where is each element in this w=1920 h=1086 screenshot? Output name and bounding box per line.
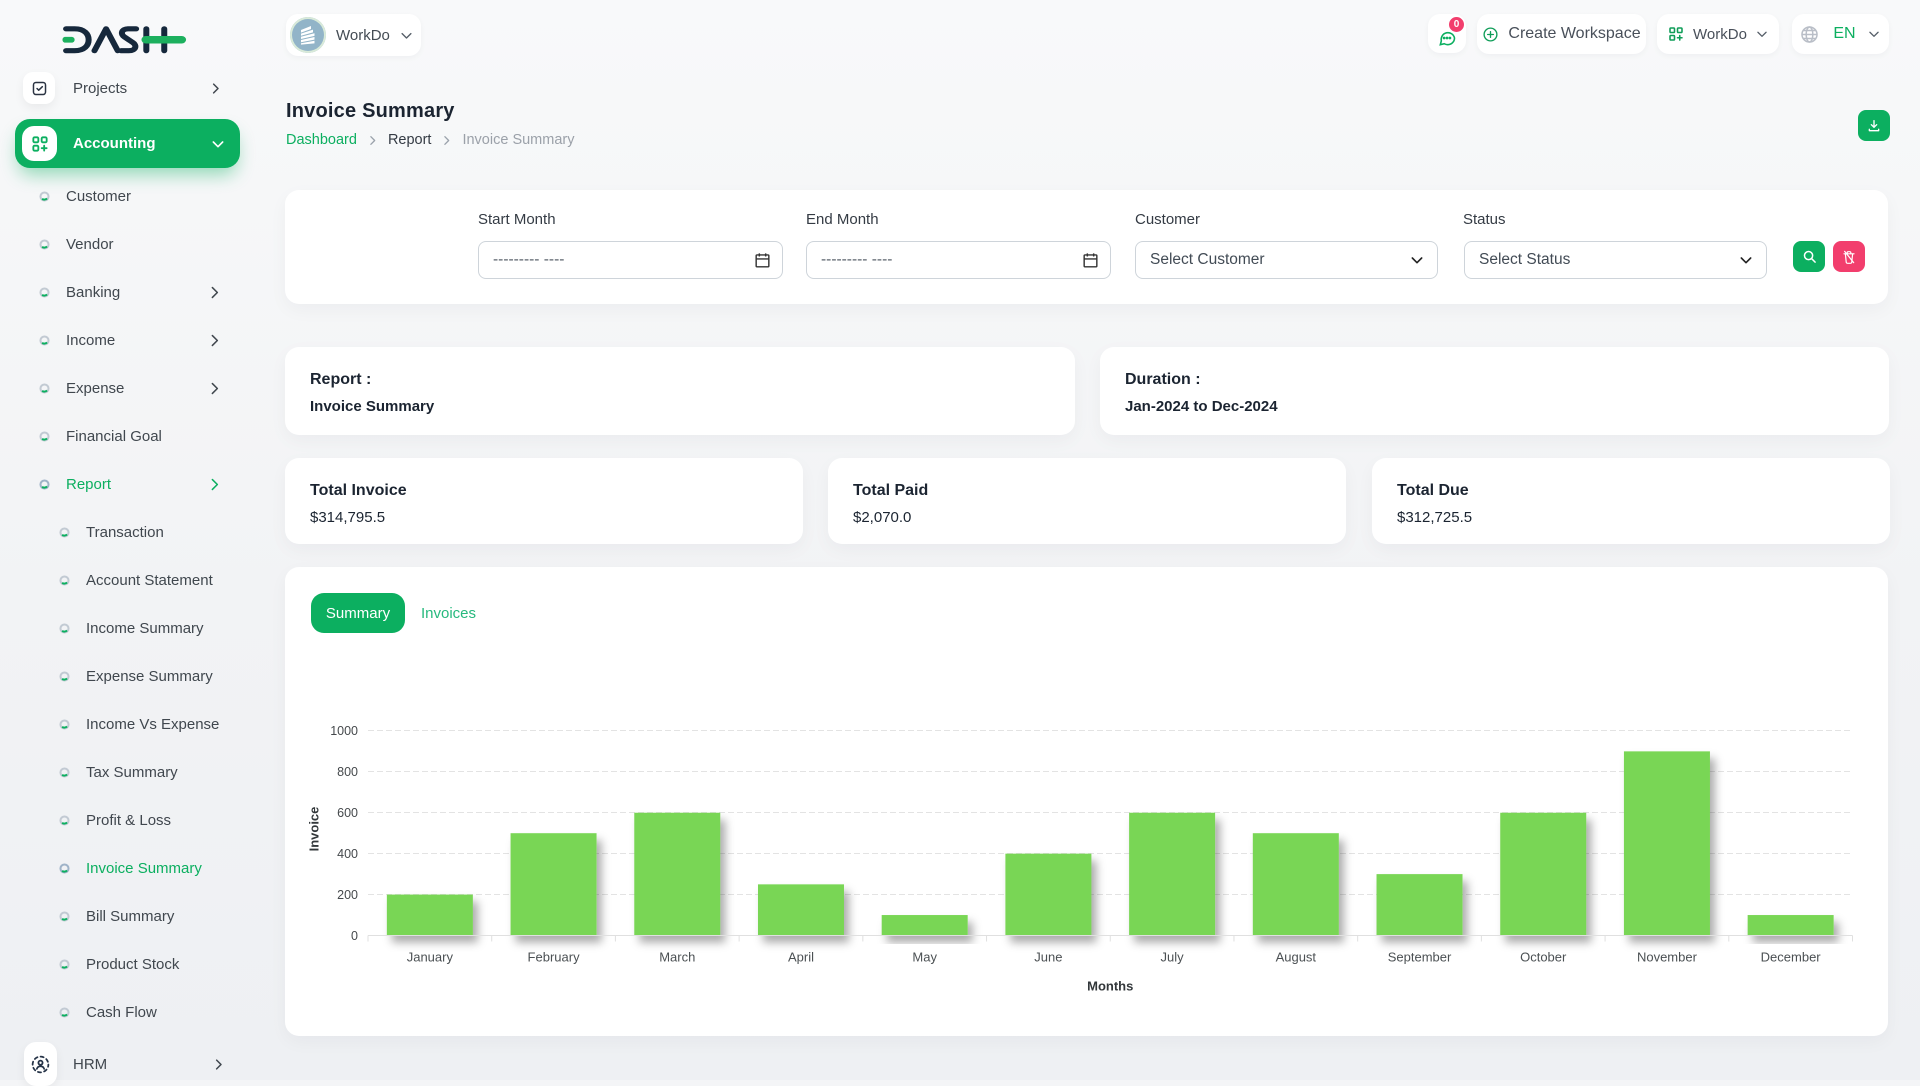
svg-text:March: March <box>659 950 695 965</box>
svg-text:February: February <box>528 950 581 965</box>
svg-text:1000: 1000 <box>330 724 358 738</box>
svg-text:December: December <box>1761 950 1822 965</box>
svg-text:400: 400 <box>337 847 358 861</box>
svg-text:June: June <box>1034 950 1062 965</box>
svg-text:0: 0 <box>351 929 358 943</box>
svg-text:October: October <box>1520 950 1567 965</box>
svg-text:January: January <box>407 950 454 965</box>
svg-text:May: May <box>912 950 937 965</box>
svg-text:Invoice: Invoice <box>307 807 322 852</box>
svg-text:November: November <box>1637 950 1698 965</box>
svg-text:600: 600 <box>337 806 358 820</box>
svg-text:September: September <box>1388 950 1452 965</box>
svg-text:April: April <box>788 950 814 965</box>
svg-text:August: August <box>1276 950 1317 965</box>
svg-text:800: 800 <box>337 765 358 779</box>
svg-text:Months: Months <box>1087 979 1133 994</box>
svg-text:July: July <box>1161 950 1185 965</box>
svg-text:200: 200 <box>337 888 358 902</box>
